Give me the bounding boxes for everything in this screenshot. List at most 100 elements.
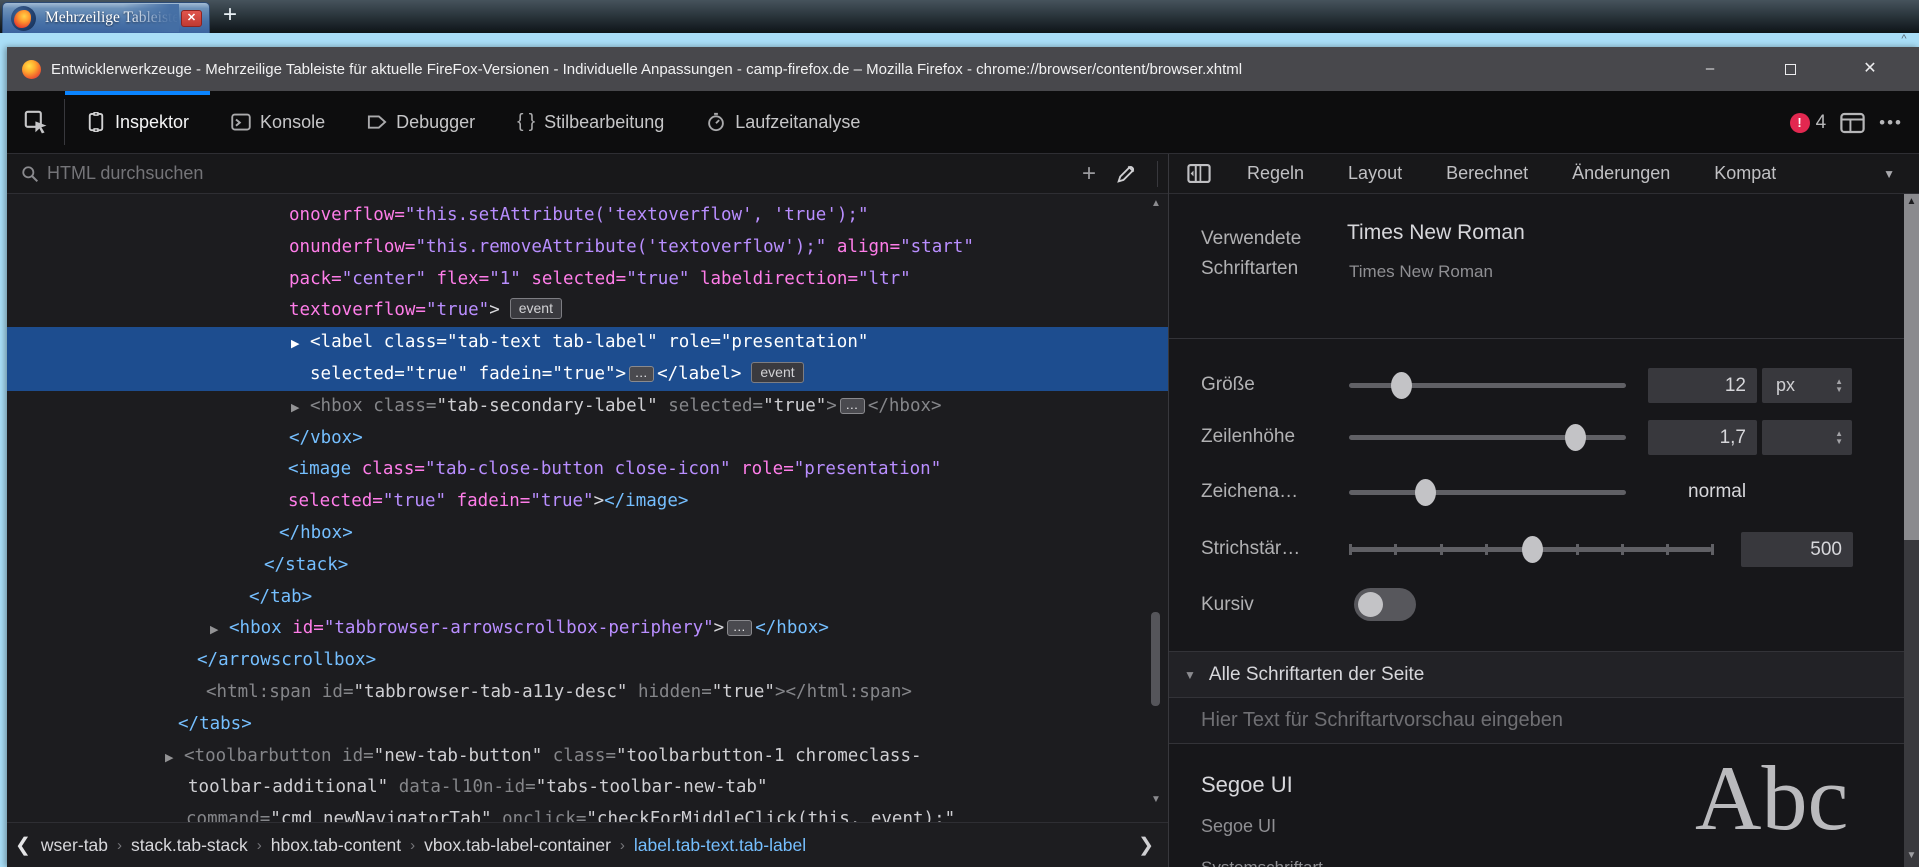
markup-text: textoverflow= — [289, 300, 426, 320]
scroll-up-arrow[interactable]: ▲ — [1148, 198, 1164, 209]
slider-thumb[interactable] — [1565, 424, 1586, 451]
tab-debugger[interactable]: Debugger — [346, 91, 496, 153]
expander-icon[interactable]: ▶ — [291, 393, 310, 425]
new-tab-button[interactable]: + — [216, 0, 244, 31]
line-height-label: Zeilenhöhe — [1201, 426, 1343, 448]
markup-line[interactable]: ▶<hbox id="tabbrowser-arrowscrollbox-per… — [7, 613, 1168, 645]
collapsed-content-icon[interactable]: … — [727, 620, 752, 636]
devtools-titlebar[interactable]: Entwicklerwerkzeuge - Mehrzeilige Tablei… — [7, 47, 1919, 91]
stepper-arrows-icon[interactable]: ▲▼ — [1835, 420, 1843, 455]
page-scrollbar-up-arrow[interactable]: ^ — [1896, 32, 1912, 47]
breadcrumb-item[interactable]: label.tab-text.tab-label — [634, 835, 806, 856]
markup-line[interactable]: ▶<hbox class="tab-secondary-label" selec… — [7, 391, 1168, 423]
collapsed-content-icon[interactable]: … — [840, 398, 865, 414]
add-node-icon[interactable]: + — [1082, 164, 1096, 184]
error-badge[interactable]: ! — [1790, 113, 1810, 133]
scrollbar-thumb[interactable] — [1904, 194, 1919, 540]
close-button[interactable]: ✕ — [1847, 47, 1893, 91]
background-browser-tab[interactable]: Mehrzeilige Tableiste ✕ — [2, 2, 210, 33]
markup-line[interactable]: <html:span id="tabbrowser-tab-a11y-desc"… — [7, 677, 1168, 709]
tab-stilbearbeitung[interactable]: { } Stilbearbeitung — [496, 91, 685, 153]
markup-line[interactable]: </vbox> — [7, 423, 1168, 455]
markup-line[interactable]: selected="true" fadein="true">…</label>e… — [7, 359, 1168, 391]
scrollbar-thumb[interactable] — [1151, 612, 1160, 706]
markup-line[interactable]: selected="true" fadein="true"></image> — [7, 486, 1168, 518]
tab-inspektor[interactable]: Inspektor — [65, 91, 210, 153]
slider-thumb[interactable] — [1391, 372, 1412, 399]
markup-text: "true" — [763, 396, 826, 416]
italic-toggle[interactable] — [1354, 588, 1416, 621]
markup-line[interactable]: pack="center" flex="1" selected="true" l… — [7, 264, 1168, 296]
event-badge[interactable]: event — [751, 362, 803, 383]
tab-laufzeitanalyse[interactable]: Laufzeitanalyse — [685, 91, 881, 153]
sidebar-tab-regeln[interactable]: Regeln — [1225, 163, 1326, 184]
breadcrumb-item[interactable]: wser-tab — [41, 835, 108, 856]
slider-thumb[interactable] — [1522, 536, 1543, 563]
expander-icon[interactable]: ▶ — [291, 329, 310, 361]
font-size-input[interactable]: 12 — [1648, 368, 1757, 403]
scroll-up-arrow[interactable]: ▲ — [1904, 196, 1919, 207]
scroll-down-arrow[interactable]: ▼ — [1904, 850, 1919, 861]
line-height-input[interactable]: 1,7 — [1648, 420, 1757, 455]
sidebar-tab-layout[interactable]: Layout — [1326, 163, 1424, 184]
sidebar-tab-aenderungen[interactable]: Änderungen — [1550, 163, 1692, 184]
expander-icon[interactable]: ▶ — [210, 615, 229, 647]
breadcrumb-item[interactable]: stack.tab-stack — [131, 835, 248, 856]
eyedropper-icon[interactable] — [1116, 163, 1137, 184]
line-height-unit-select[interactable]: ▲▼ — [1762, 420, 1852, 455]
markup-line[interactable]: ▶<toolbarbutton id="new-tab-button" clas… — [7, 741, 1168, 773]
markup-view[interactable]: ▲ ▼ onoverflow="this.setAttribute('texto… — [7, 194, 1168, 822]
stepper-arrows-icon[interactable]: ▲▼ — [1835, 368, 1843, 403]
font-weight-slider[interactable] — [1349, 547, 1712, 552]
markup-text: "this.setAttribute('textoverflow', 'true… — [405, 205, 869, 225]
markup-line[interactable]: </stack> — [7, 550, 1168, 582]
markup-line[interactable]: textoverflow="true">event — [7, 295, 1168, 327]
collapsed-content-icon[interactable]: … — [629, 366, 654, 382]
sidebar-toggle-icon[interactable] — [1187, 163, 1211, 184]
braces-icon: { } — [517, 111, 535, 133]
sidebar-tab-kompatibilitaet[interactable]: Kompat — [1692, 163, 1776, 184]
all-fonts-section-header[interactable]: ▼ Alle Schriftarten der Seite — [1169, 652, 1904, 698]
maximize-button[interactable] — [1767, 47, 1813, 91]
letter-spacing-slider[interactable] — [1349, 490, 1626, 495]
font-size-slider[interactable] — [1349, 383, 1626, 388]
markup-line[interactable]: </hbox> — [7, 518, 1168, 550]
breadcrumb-item[interactable]: vbox.tab-label-container — [424, 835, 611, 856]
markup-line[interactable]: ▶<label class="tab-text tab-label" role=… — [7, 327, 1168, 359]
section-collapse-icon[interactable]: ▼ — [1184, 668, 1196, 682]
tab-konsole[interactable]: Konsole — [210, 91, 346, 153]
breadcrumb-scroll-left-icon[interactable]: ❮ — [7, 834, 41, 857]
breadcrumb-scroll-right-icon[interactable]: ❯ — [1130, 834, 1168, 857]
italic-label: Kursiv — [1201, 594, 1343, 616]
expander-icon[interactable]: ▶ — [165, 743, 184, 775]
sidebar-tab-berechnet[interactable]: Berechnet — [1424, 163, 1550, 184]
markup-line[interactable]: </tabs> — [7, 709, 1168, 741]
toolbar-separator — [1157, 161, 1158, 187]
markup-line[interactable]: <image class="tab-close-button close-ico… — [7, 454, 1168, 486]
sidebar-tabs-overflow-icon[interactable]: ▼ — [1883, 167, 1895, 181]
markup-line[interactable]: toolbar-additional" data-l10n-id="tabs-t… — [7, 772, 1168, 804]
event-badge[interactable]: event — [510, 298, 562, 319]
slider-thumb[interactable] — [1415, 479, 1436, 506]
markup-line[interactable]: command="cmd_newNavigatorTab" onclick="c… — [7, 804, 1168, 822]
minimize-button[interactable]: – — [1687, 47, 1733, 91]
markup-line[interactable]: </tab> — [7, 582, 1168, 614]
markup-text: ></html:span> — [775, 682, 912, 702]
tab-close-button[interactable]: ✕ — [181, 10, 202, 27]
pick-element-button[interactable] — [7, 99, 65, 145]
font-weight-input[interactable]: 500 — [1741, 532, 1853, 567]
line-height-slider[interactable] — [1349, 435, 1626, 440]
markup-scrollbar[interactable]: ▲ ▼ — [1148, 194, 1164, 822]
markup-line[interactable]: onoverflow="this.setAttribute('textoverf… — [7, 200, 1168, 232]
markup-text: </vbox> — [289, 428, 363, 448]
font-preview-input[interactable]: Hier Text für Schriftartvorschau eingebe… — [1169, 698, 1904, 744]
font-size-unit-select[interactable]: px ▲▼ — [1762, 368, 1852, 403]
devtools-menu-icon[interactable]: ••• — [1879, 113, 1903, 133]
markup-line[interactable]: onunderflow="this.removeAttribute('texto… — [7, 232, 1168, 264]
split-console-icon[interactable] — [1840, 112, 1865, 134]
breadcrumb-item[interactable]: hbox.tab-content — [271, 835, 401, 856]
scroll-down-arrow[interactable]: ▼ — [1148, 794, 1164, 805]
sidebar-scrollbar[interactable]: ▲ ▼ — [1904, 194, 1919, 867]
markup-line[interactable]: </arrowscrollbox> — [7, 645, 1168, 677]
html-search-bar[interactable]: HTML durchsuchen + — [7, 154, 1168, 194]
